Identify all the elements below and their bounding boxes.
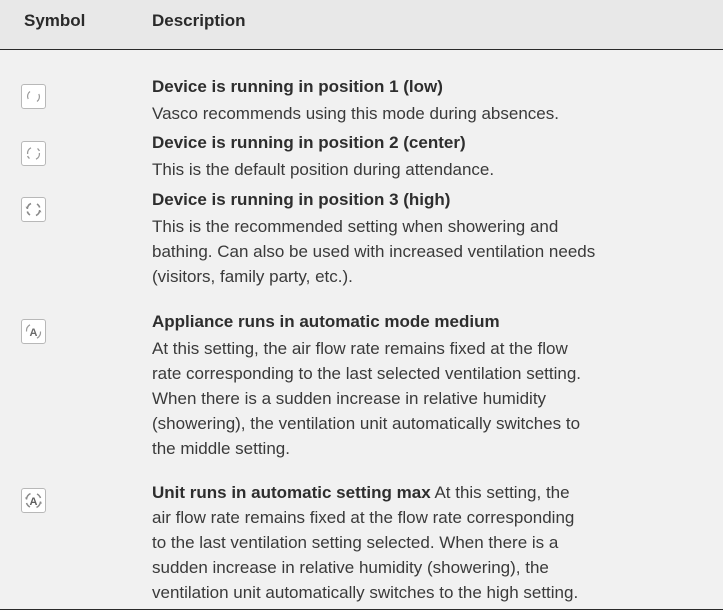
row-title: Device is running in position 2 (center)	[152, 133, 466, 152]
symbol-description-table: Symbol Description Device is running in …	[0, 0, 723, 612]
fan-speed-3-icon	[21, 197, 46, 222]
fan-speed-2-icon	[21, 141, 46, 166]
header-description: Description	[152, 11, 246, 30]
row-title: Unit runs in automatic setting max	[152, 483, 431, 502]
row-description: Vasco recommends using this mode during …	[152, 104, 559, 123]
row-title: Device is running in position 1 (low)	[152, 77, 443, 96]
header-symbol: Symbol	[24, 11, 86, 30]
row-description: This is the default position during atte…	[152, 160, 495, 179]
row-title: Appliance runs in automatic mode medium	[152, 312, 500, 331]
row-description: This is the recommended setting when sho…	[152, 217, 596, 286]
row-description: At this setting, the air flow rate remai…	[152, 339, 582, 458]
row-title: Device is running in position 3 (high)	[152, 190, 451, 209]
auto-max-icon: A	[21, 488, 46, 513]
row-description: Unit runs in automatic setting max At th…	[152, 483, 579, 602]
fan-speed-1-icon	[21, 84, 46, 109]
svg-text:A: A	[30, 496, 38, 508]
svg-text:A: A	[30, 327, 38, 339]
table-header: Symbol Description	[0, 0, 723, 50]
auto-medium-icon: A	[21, 319, 46, 344]
